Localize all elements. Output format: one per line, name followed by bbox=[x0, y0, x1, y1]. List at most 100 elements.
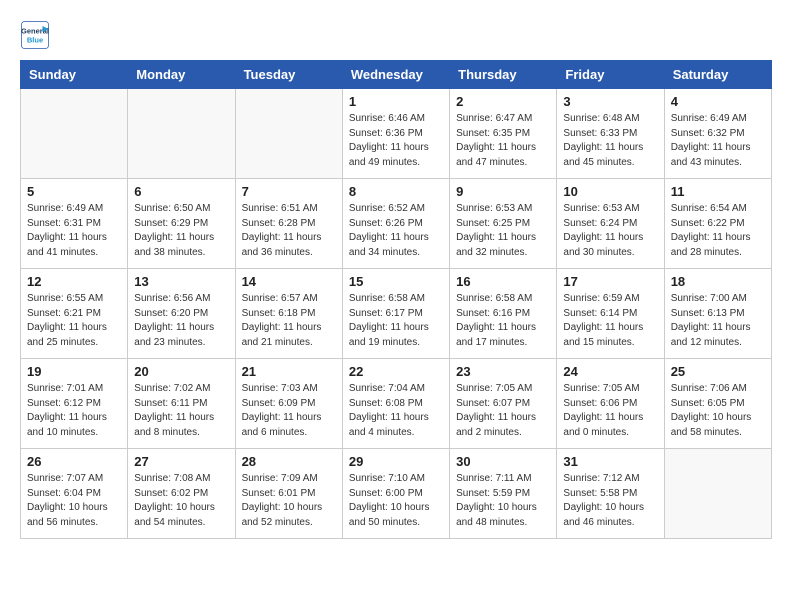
weekday-header-tuesday: Tuesday bbox=[235, 61, 342, 89]
day-info: Sunrise: 7:04 AM Sunset: 6:08 PM Dayligh… bbox=[349, 382, 443, 440]
calendar-cell: 21 Sunrise: 7:03 AM Sunset: 6:09 PM Dayli… bbox=[235, 359, 342, 449]
calendar-cell: 4 Sunrise: 6:49 AM Sunset: 6:32 PM Daylig… bbox=[664, 89, 771, 179]
day-info: Sunrise: 6:53 AM Sunset: 6:24 PM Dayligh… bbox=[563, 202, 657, 260]
day-number: 29 bbox=[349, 454, 443, 469]
day-number: 4 bbox=[671, 94, 765, 109]
day-number: 17 bbox=[563, 274, 657, 289]
page-header: General Blue bbox=[20, 20, 772, 50]
day-number: 13 bbox=[134, 274, 228, 289]
calendar-cell: 7 Sunrise: 6:51 AM Sunset: 6:28 PM Daylig… bbox=[235, 179, 342, 269]
day-info: Sunrise: 7:05 AM Sunset: 6:06 PM Dayligh… bbox=[563, 382, 657, 440]
day-number: 8 bbox=[349, 184, 443, 199]
calendar-cell: 11 Sunrise: 6:54 AM Sunset: 6:22 PM Dayli… bbox=[664, 179, 771, 269]
day-number: 12 bbox=[27, 274, 121, 289]
calendar-cell: 29 Sunrise: 7:10 AM Sunset: 6:00 PM Dayli… bbox=[342, 449, 449, 539]
day-number: 22 bbox=[349, 364, 443, 379]
weekday-header-monday: Monday bbox=[128, 61, 235, 89]
day-info: Sunrise: 7:02 AM Sunset: 6:11 PM Dayligh… bbox=[134, 382, 228, 440]
calendar-cell bbox=[664, 449, 771, 539]
day-number: 6 bbox=[134, 184, 228, 199]
logo: General Blue bbox=[20, 20, 50, 50]
weekday-header-saturday: Saturday bbox=[664, 61, 771, 89]
day-info: Sunrise: 6:54 AM Sunset: 6:22 PM Dayligh… bbox=[671, 202, 765, 260]
calendar-cell: 12 Sunrise: 6:55 AM Sunset: 6:21 PM Dayli… bbox=[21, 269, 128, 359]
day-info: Sunrise: 7:06 AM Sunset: 6:05 PM Dayligh… bbox=[671, 382, 765, 440]
calendar-cell: 17Sunrise: 6:59 AM Sunset: 6:14 PM Dayli… bbox=[557, 269, 664, 359]
calendar-cell: 16 Sunrise: 6:58 AM Sunset: 6:16 PM Dayli… bbox=[450, 269, 557, 359]
day-number: 31 bbox=[563, 454, 657, 469]
calendar-table: SundayMondayTuesdayWednesdayThursdayFrid… bbox=[20, 60, 772, 539]
day-number: 10 bbox=[563, 184, 657, 199]
calendar-cell: 13Sunrise: 6:56 AM Sunset: 6:20 PM Dayli… bbox=[128, 269, 235, 359]
calendar-cell: 8 Sunrise: 6:52 AM Sunset: 6:26 PM Daylig… bbox=[342, 179, 449, 269]
calendar-cell: 10 Sunrise: 6:53 AM Sunset: 6:24 PM Dayli… bbox=[557, 179, 664, 269]
day-info: Sunrise: 7:10 AM Sunset: 6:00 PM Dayligh… bbox=[349, 472, 443, 530]
day-number: 28 bbox=[242, 454, 336, 469]
day-info: Sunrise: 6:51 AM Sunset: 6:28 PM Dayligh… bbox=[242, 202, 336, 260]
day-info: Sunrise: 7:01 AM Sunset: 6:12 PM Dayligh… bbox=[27, 382, 121, 440]
calendar-cell: 20 Sunrise: 7:02 AM Sunset: 6:11 PM Dayli… bbox=[128, 359, 235, 449]
svg-text:Blue: Blue bbox=[27, 36, 43, 45]
weekday-header-thursday: Thursday bbox=[450, 61, 557, 89]
day-number: 23 bbox=[456, 364, 550, 379]
day-info: Sunrise: 6:55 AM Sunset: 6:21 PM Dayligh… bbox=[27, 292, 121, 350]
calendar-cell: 27 Sunrise: 7:08 AM Sunset: 6:02 PM Dayli… bbox=[128, 449, 235, 539]
calendar-cell: 24 Sunrise: 7:05 AM Sunset: 6:06 PM Dayli… bbox=[557, 359, 664, 449]
day-number: 30 bbox=[456, 454, 550, 469]
day-info: Sunrise: 6:52 AM Sunset: 6:26 PM Dayligh… bbox=[349, 202, 443, 260]
calendar-cell: 22 Sunrise: 7:04 AM Sunset: 6:08 PM Dayli… bbox=[342, 359, 449, 449]
day-number: 11 bbox=[671, 184, 765, 199]
day-number: 25 bbox=[671, 364, 765, 379]
calendar-cell bbox=[235, 89, 342, 179]
day-number: 9 bbox=[456, 184, 550, 199]
day-info: Sunrise: 7:03 AM Sunset: 6:09 PM Dayligh… bbox=[242, 382, 336, 440]
day-number: 24 bbox=[563, 364, 657, 379]
calendar-cell: 1Sunrise: 6:46 AM Sunset: 6:36 PM Daylig… bbox=[342, 89, 449, 179]
logo-icon: General Blue bbox=[20, 20, 50, 50]
calendar-cell bbox=[128, 89, 235, 179]
calendar-cell: 19 Sunrise: 7:01 AM Sunset: 6:12 PM Dayli… bbox=[21, 359, 128, 449]
day-number: 18 bbox=[671, 274, 765, 289]
day-number: 7 bbox=[242, 184, 336, 199]
day-info: Sunrise: 6:57 AM Sunset: 6:18 PM Dayligh… bbox=[242, 292, 336, 350]
calendar-cell: 23 Sunrise: 7:05 AM Sunset: 6:07 PM Dayli… bbox=[450, 359, 557, 449]
day-info: Sunrise: 6:58 AM Sunset: 6:16 PM Dayligh… bbox=[456, 292, 550, 350]
calendar-cell: 18 Sunrise: 7:00 AM Sunset: 6:13 PM Dayli… bbox=[664, 269, 771, 359]
day-info: Sunrise: 6:58 AM Sunset: 6:17 PM Dayligh… bbox=[349, 292, 443, 350]
day-number: 16 bbox=[456, 274, 550, 289]
calendar-cell: 31 Sunrise: 7:12 AM Sunset: 5:58 PM Dayli… bbox=[557, 449, 664, 539]
calendar-cell bbox=[21, 89, 128, 179]
day-info: Sunrise: 7:05 AM Sunset: 6:07 PM Dayligh… bbox=[456, 382, 550, 440]
day-info: Sunrise: 7:12 AM Sunset: 5:58 PM Dayligh… bbox=[563, 472, 657, 530]
day-info: Sunrise: 6:50 AM Sunset: 6:29 PM Dayligh… bbox=[134, 202, 228, 260]
day-info: Sunrise: 6:49 AM Sunset: 6:31 PM Dayligh… bbox=[27, 202, 121, 260]
day-info: Sunrise: 7:07 AM Sunset: 6:04 PM Dayligh… bbox=[27, 472, 121, 530]
day-number: 2 bbox=[456, 94, 550, 109]
day-number: 1 bbox=[349, 94, 443, 109]
calendar-cell: 25 Sunrise: 7:06 AM Sunset: 6:05 PM Dayli… bbox=[664, 359, 771, 449]
day-number: 26 bbox=[27, 454, 121, 469]
calendar-cell: 26 Sunrise: 7:07 AM Sunset: 6:04 PM Dayli… bbox=[21, 449, 128, 539]
day-info: Sunrise: 7:09 AM Sunset: 6:01 PM Dayligh… bbox=[242, 472, 336, 530]
day-number: 21 bbox=[242, 364, 336, 379]
day-number: 5 bbox=[27, 184, 121, 199]
weekday-header-sunday: Sunday bbox=[21, 61, 128, 89]
day-number: 27 bbox=[134, 454, 228, 469]
calendar-cell: 6 Sunrise: 6:50 AM Sunset: 6:29 PM Daylig… bbox=[128, 179, 235, 269]
day-info: Sunrise: 6:53 AM Sunset: 6:25 PM Dayligh… bbox=[456, 202, 550, 260]
calendar-cell: 2 Sunrise: 6:47 AM Sunset: 6:35 PM Daylig… bbox=[450, 89, 557, 179]
calendar-cell: 3Sunrise: 6:48 AM Sunset: 6:33 PM Daylig… bbox=[557, 89, 664, 179]
day-info: Sunrise: 6:47 AM Sunset: 6:35 PM Dayligh… bbox=[456, 112, 550, 170]
day-number: 19 bbox=[27, 364, 121, 379]
day-number: 15 bbox=[349, 274, 443, 289]
day-info: Sunrise: 7:00 AM Sunset: 6:13 PM Dayligh… bbox=[671, 292, 765, 350]
day-number: 14 bbox=[242, 274, 336, 289]
calendar-cell: 30 Sunrise: 7:11 AM Sunset: 5:59 PM Dayli… bbox=[450, 449, 557, 539]
weekday-header-wednesday: Wednesday bbox=[342, 61, 449, 89]
day-info: Sunrise: 6:48 AM Sunset: 6:33 PM Dayligh… bbox=[563, 112, 657, 170]
calendar-cell: 9 Sunrise: 6:53 AM Sunset: 6:25 PM Daylig… bbox=[450, 179, 557, 269]
day-info: Sunrise: 7:08 AM Sunset: 6:02 PM Dayligh… bbox=[134, 472, 228, 530]
day-info: Sunrise: 7:11 AM Sunset: 5:59 PM Dayligh… bbox=[456, 472, 550, 530]
day-number: 20 bbox=[134, 364, 228, 379]
day-info: Sunrise: 6:49 AM Sunset: 6:32 PM Dayligh… bbox=[671, 112, 765, 170]
